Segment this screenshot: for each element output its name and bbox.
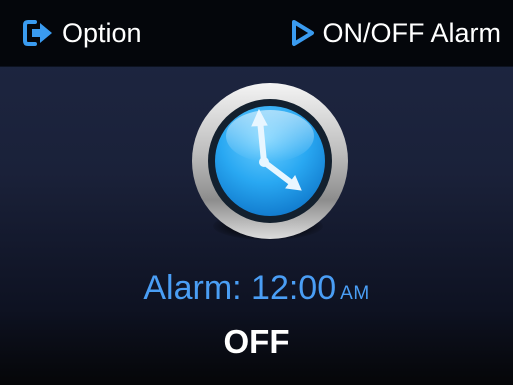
alarm-toggle-label: ON/OFF Alarm	[322, 17, 501, 48]
top-bar: Option ON/OFF Alarm	[0, 0, 513, 67]
alarm-time-display: Alarm: 12:00 AM	[0, 268, 513, 314]
alarm-time: 12:00	[251, 269, 337, 307]
alarm-label: Alarm:	[143, 269, 242, 307]
clock-icon	[189, 80, 351, 242]
option-button[interactable]: Option	[22, 0, 142, 66]
alarm-toggle-button[interactable]: ON/OFF Alarm	[290, 0, 501, 66]
alarm-period: AM	[340, 283, 370, 304]
play-triangle-icon	[290, 18, 316, 48]
alarm-status: OFF	[223, 323, 290, 360]
exit-arrow-icon	[22, 18, 54, 48]
alarm-screen: Option ON/OFF Alarm Alarm: 12:00 AM OFF	[0, 0, 513, 385]
option-label: Option	[62, 17, 142, 48]
